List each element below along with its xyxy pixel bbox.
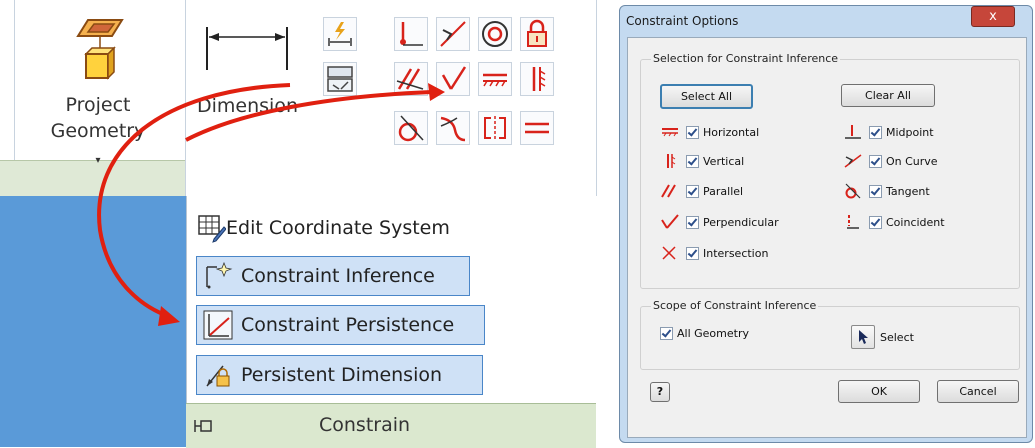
arrow-to-perpendicular [185,90,433,142]
cancel-button[interactable]: Cancel [937,380,1019,403]
clear-all-button[interactable]: Clear All [841,84,935,107]
coincident-icon [847,215,859,229]
on-curve-option[interactable]: On Curve [843,153,938,169]
scope-group-label: Scope of Constraint Inference [651,299,819,312]
arrow-head-icon [158,306,180,326]
intersection-checkbox[interactable] [686,246,699,260]
coincident-checkbox[interactable] [869,215,882,229]
tangent-icon [845,183,861,199]
select-all-button[interactable]: Select All [660,84,753,109]
midpoint-checkbox[interactable] [869,125,882,139]
annotation-arrows [97,83,445,326]
dialog-title: Constraint Options [626,14,739,28]
midpoint-icon [845,125,861,139]
horizontal-option[interactable]: Horizontal [660,124,759,140]
parallel-checkbox[interactable] [686,184,699,198]
select-geometry-button[interactable] [851,325,875,349]
coincident-option[interactable]: Coincident [843,214,945,230]
select-label: Select [880,331,914,344]
vertical-option[interactable]: Vertical [660,153,744,169]
midpoint-option[interactable]: Midpoint [843,124,934,140]
intersection-icon [662,246,676,260]
on-curve-icon [844,154,862,168]
arrow-to-persistence [97,83,291,317]
tangent-option[interactable]: Tangent [843,183,930,199]
parallel-icon [661,184,676,198]
intersection-option[interactable]: Intersection [660,245,768,261]
selection-group-label: Selection for Constraint Inference [651,52,841,65]
parallel-option[interactable]: Parallel [660,183,743,199]
perpendicular-checkbox[interactable] [686,215,699,229]
perpendicular-icon [661,214,679,229]
tangent-checkbox[interactable] [869,184,882,198]
cursor-arrow-icon [859,330,868,344]
ok-button[interactable]: OK [838,380,920,403]
perpendicular-option[interactable]: Perpendicular [660,214,779,230]
arrow-head-icon [428,83,445,101]
horizontal-checkbox[interactable] [686,125,699,139]
help-button[interactable]: ? [650,382,670,402]
all-geometry-option[interactable]: All Geometry [660,327,749,340]
close-button[interactable]: x [971,6,1015,27]
on-curve-checkbox[interactable] [869,154,882,168]
vertical-checkbox[interactable] [686,154,699,168]
horizontal-icon [662,128,678,137]
all-geometry-checkbox[interactable] [660,327,673,340]
vertical-icon [667,154,676,168]
